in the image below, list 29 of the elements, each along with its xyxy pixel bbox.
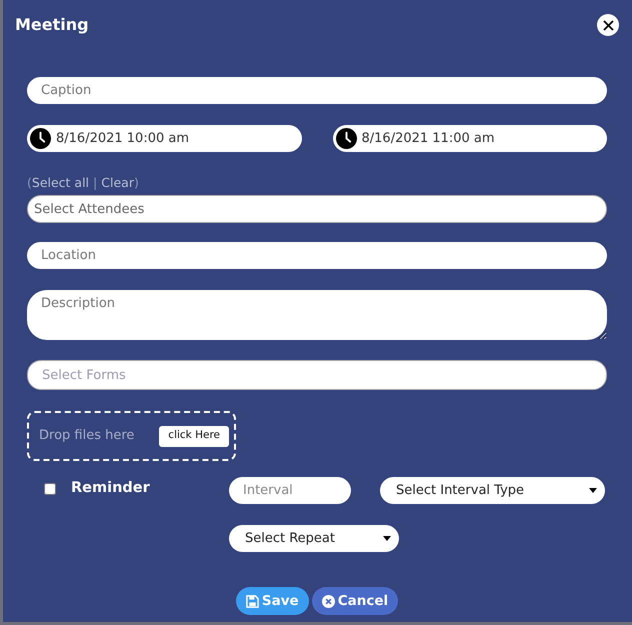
location-field[interactable]: Location bbox=[27, 242, 607, 269]
interval-field[interactable]: Interval bbox=[229, 477, 351, 504]
bracket-text: ( bbox=[27, 174, 32, 192]
close-icon bbox=[602, 20, 614, 30]
attendee-action-link[interactable]: Clear bbox=[101, 174, 134, 192]
attendees-field[interactable]: Select Attendees bbox=[27, 195, 607, 223]
caret-icon bbox=[589, 488, 597, 493]
attendee-action-link[interactable]: Select all bbox=[32, 174, 90, 192]
bracket-text: ) bbox=[134, 174, 139, 192]
clock-icon bbox=[30, 128, 51, 149]
separator-text: | bbox=[93, 174, 98, 192]
cancel-button[interactable]: Cancel bbox=[312, 587, 398, 615]
interval-type-select[interactable]: Select Interval Type bbox=[380, 477, 605, 504]
close-circle-icon bbox=[322, 594, 335, 608]
clock-icon bbox=[336, 128, 356, 149]
reminder-checkbox[interactable] bbox=[44, 483, 56, 495]
caret-icon bbox=[383, 536, 391, 541]
dialog-title: Meeting bbox=[15, 15, 89, 35]
click-here-button[interactable]: click Here bbox=[159, 426, 229, 446]
caption-field[interactable]: Caption bbox=[27, 77, 607, 104]
reminder-label: Reminder bbox=[71, 479, 150, 498]
forms-field[interactable]: Select Forms bbox=[27, 360, 607, 390]
end-time-field[interactable]: 8/16/2021 11:00 am bbox=[332, 125, 607, 152]
start-time-field[interactable]: 8/16/2021 10:00 am bbox=[27, 125, 302, 152]
repeat-select[interactable]: Select Repeat bbox=[229, 525, 399, 552]
close-button[interactable] bbox=[597, 14, 619, 36]
description-field[interactable]: Description bbox=[27, 290, 607, 340]
file-drop-zone[interactable]: Drop files here click Here bbox=[27, 411, 236, 461]
drop-zone-text: Drop files here bbox=[39, 427, 134, 446]
